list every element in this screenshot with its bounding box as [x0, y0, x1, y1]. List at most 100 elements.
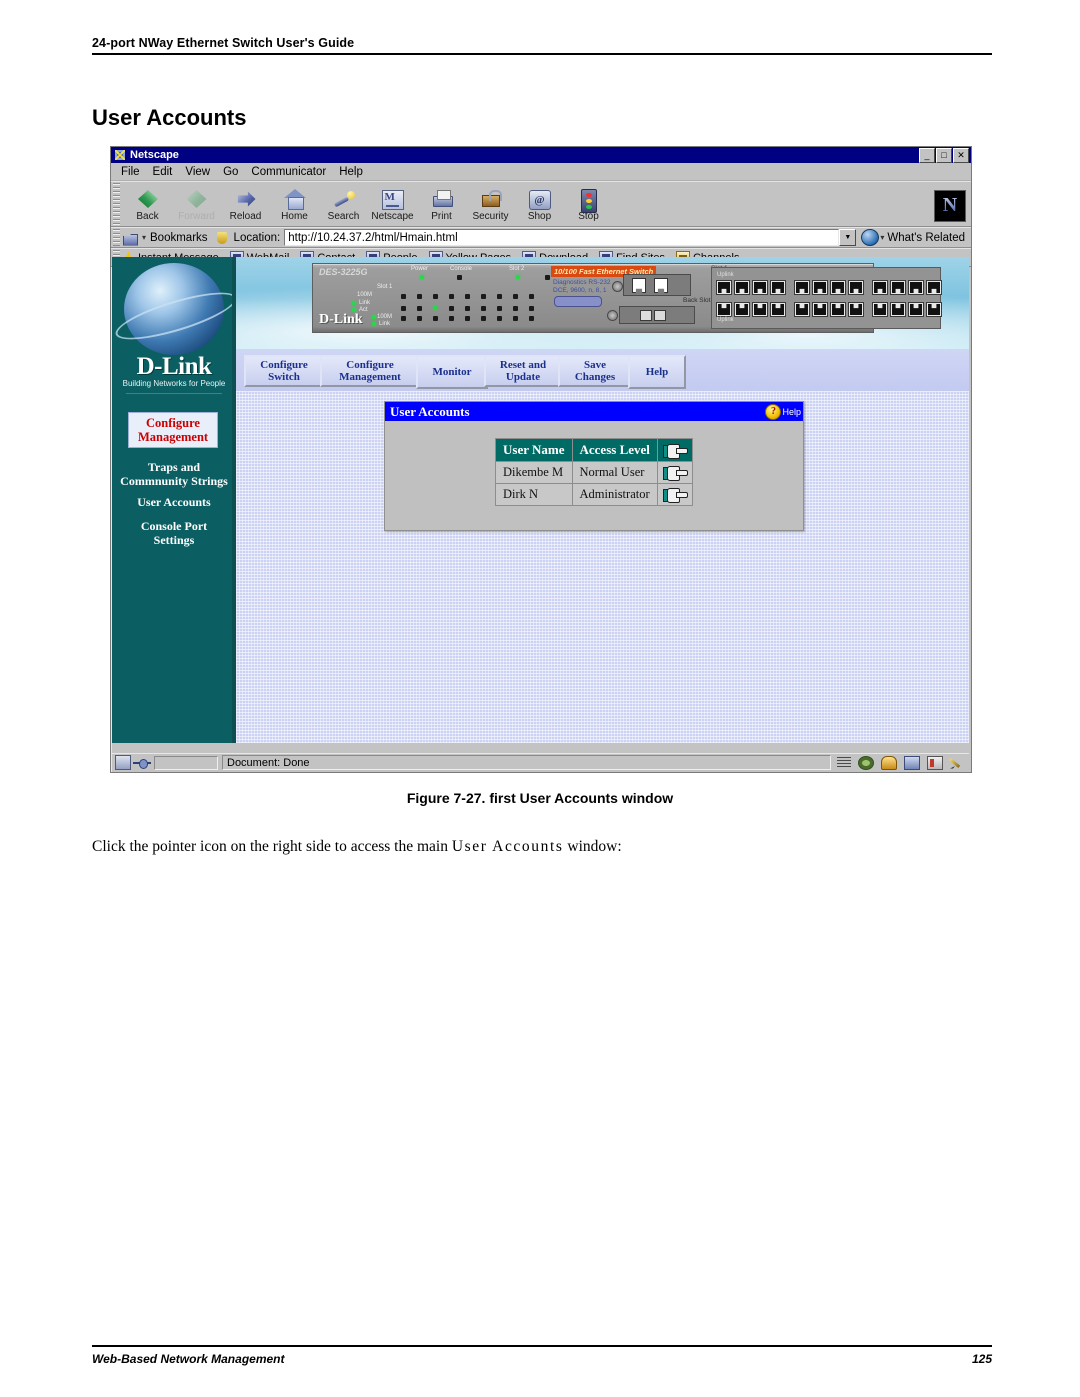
- home-button[interactable]: Home: [270, 188, 319, 222]
- composer-icon[interactable]: [950, 757, 964, 769]
- page-content-area: User Accounts ? Help User Name Access Le…: [236, 391, 969, 743]
- sidebar-item-label: Console Port: [140, 519, 208, 533]
- menu-view[interactable]: View: [185, 166, 210, 178]
- stop-button[interactable]: Stop: [564, 188, 613, 222]
- security-button[interactable]: Security: [466, 188, 515, 222]
- bookmarks-button[interactable]: ▾ Bookmarks: [123, 231, 208, 245]
- nav-configure-switch[interactable]: Configure Switch: [244, 355, 324, 387]
- sidebar-item-user-accounts[interactable]: User Accounts: [116, 495, 232, 509]
- whats-related-button[interactable]: ▾ What's Related: [861, 229, 965, 246]
- slot-screw-2: [607, 310, 618, 321]
- sidebar-item-label: User Accounts: [137, 495, 211, 509]
- table-header-row: User Name Access Level: [495, 438, 693, 462]
- netscape-app-icon: [114, 149, 126, 161]
- page-proxy-icon[interactable]: [215, 231, 230, 245]
- page-title: User Accounts: [92, 105, 247, 130]
- footer-page-number: 125: [971, 1352, 992, 1366]
- nav-label-line2: Management: [339, 371, 401, 383]
- row-action-button[interactable]: [656, 461, 693, 484]
- cell-user-name: Dikembe M: [495, 461, 573, 484]
- nav-configure-management[interactable]: Configure Management: [320, 355, 420, 387]
- nav-save-changes[interactable]: Save Changes: [558, 355, 632, 387]
- url-dropdown-button[interactable]: ▼: [839, 229, 857, 246]
- search-icon: [332, 188, 356, 210]
- menu-help[interactable]: Help: [339, 166, 363, 178]
- status-message: Document: Done: [222, 755, 831, 770]
- column-user-name: User Name: [495, 438, 573, 462]
- nav-reset-and-update[interactable]: Reset and Update: [484, 355, 562, 387]
- location-toolbar: ▾ Bookmarks Location: http://10.24.37.2/…: [111, 227, 971, 248]
- minimize-button[interactable]: _: [919, 147, 935, 163]
- sidebar-divider: [126, 393, 222, 394]
- menu-file[interactable]: File: [121, 166, 140, 178]
- bookmark-icon: [123, 231, 140, 245]
- search-button[interactable]: Search: [319, 188, 368, 222]
- panel-titlebar: User Accounts ? Help: [385, 402, 803, 421]
- sidebar-active-section[interactable]: Configure Management: [128, 412, 218, 448]
- url-input[interactable]: http://10.24.37.2/html/Hmain.html: [284, 229, 840, 246]
- shop-label: Shop: [527, 211, 552, 222]
- forward-button[interactable]: Forward: [172, 188, 221, 222]
- column-access-level: Access Level: [571, 438, 658, 462]
- connection-icon: [133, 757, 151, 769]
- led-label-power: Power: [411, 266, 429, 272]
- newsgroups-icon[interactable]: [904, 755, 920, 770]
- body-part1: Click the pointer icon on the right side…: [92, 838, 452, 855]
- toolbar-grip[interactable]: [113, 183, 120, 225]
- location-toolbar-grip[interactable]: [113, 229, 120, 246]
- dlink-tagline: Building Networks for People: [122, 379, 226, 388]
- slot-screw-1: [612, 281, 623, 292]
- sidebar-item-label2: Settings: [153, 533, 195, 547]
- running-head-rule: [92, 53, 992, 55]
- task-list-icon[interactable]: [837, 756, 851, 769]
- home-icon: [283, 188, 307, 210]
- print-button[interactable]: Print: [417, 188, 466, 222]
- nav-label-line1: Monitor: [432, 366, 472, 378]
- port-label-uplink-top: Uplink: [717, 272, 734, 278]
- footer-rule: [92, 1345, 992, 1347]
- row-action-button[interactable]: [656, 483, 693, 506]
- navigator-icon[interactable]: [858, 755, 874, 770]
- sidebar-active-line2: Management: [137, 430, 209, 444]
- menu-edit[interactable]: Edit: [153, 166, 173, 178]
- user-accounts-panel: User Accounts ? Help User Name Access Le…: [384, 401, 804, 531]
- slot2-module: [619, 306, 695, 324]
- bookmarks-label: Bookmarks: [150, 231, 208, 244]
- nav-monitor[interactable]: Monitor: [416, 355, 488, 389]
- window-title: Netscape: [130, 149, 179, 161]
- forward-label: Forward: [178, 211, 215, 222]
- sidebar-item-console-port-settings[interactable]: Console Port Settings: [116, 519, 232, 547]
- navigation-toolbar: Back Forward Reload Home Search M Netsca…: [111, 181, 971, 227]
- reload-icon: [234, 188, 258, 210]
- back-icon: [136, 188, 160, 210]
- sidebar-item-label: Traps and: [147, 460, 201, 474]
- maximize-button[interactable]: □: [936, 147, 952, 163]
- reload-button[interactable]: Reload: [221, 188, 270, 222]
- help-label: Help: [782, 406, 801, 417]
- location-label: Location:: [233, 231, 281, 244]
- shop-button[interactable]: @ Shop: [515, 188, 564, 222]
- security-padlock-icon[interactable]: [115, 755, 131, 770]
- netscape-button[interactable]: Netscape: [368, 188, 417, 222]
- browser-viewport: D-Link Building Networks for People Conf…: [112, 257, 969, 743]
- mailbox-icon[interactable]: [881, 755, 897, 770]
- dlink-globe-icon: [124, 263, 224, 355]
- address-book-icon[interactable]: [927, 755, 943, 770]
- menu-communicator[interactable]: Communicator: [251, 166, 326, 178]
- sidebar-item-traps-community-strings[interactable]: Traps and Commnunity Strings: [116, 460, 232, 488]
- slot2-led: [516, 275, 520, 279]
- nav-help[interactable]: Help: [628, 355, 686, 389]
- browser-titlebar: Netscape _ □ ✕: [111, 147, 971, 163]
- nav-label-line2: Switch: [268, 371, 300, 383]
- act-led-a: [352, 308, 356, 312]
- page-banner: DES-3225G D-Link 10/100 Fast Ethernet Sw…: [236, 257, 969, 349]
- back-button[interactable]: Back: [123, 188, 172, 222]
- running-head: 24-port NWay Ethernet Switch User's Guid…: [92, 36, 992, 55]
- netscape-browser-window: Netscape _ □ ✕ File Edit View Go Communi…: [110, 146, 972, 773]
- netscape-logo[interactable]: N: [934, 189, 966, 222]
- panel-help-button[interactable]: ? Help: [765, 403, 801, 420]
- close-button[interactable]: ✕: [953, 147, 969, 163]
- menu-go[interactable]: Go: [223, 166, 238, 178]
- menu-bar: File Edit View Go Communicator Help: [111, 163, 971, 181]
- cell-access-level: Normal User: [571, 461, 658, 484]
